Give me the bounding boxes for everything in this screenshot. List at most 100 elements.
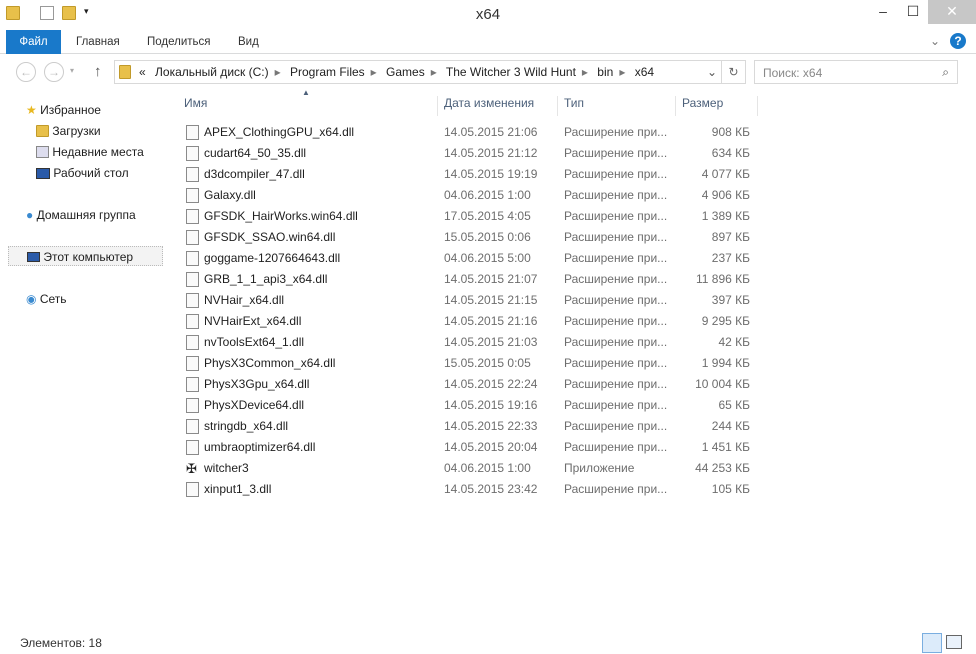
- file-date: 14.05.2015 19:16: [444, 398, 538, 412]
- nav-homegroup[interactable]: ● Домашняя группа: [26, 205, 136, 225]
- tab-home[interactable]: Главная: [68, 30, 128, 54]
- file-size: 897 КБ: [711, 230, 750, 244]
- file-row[interactable]: Galaxy.dll 04.06.2015 1:00 Расширение пр…: [184, 185, 754, 206]
- nav-downloads[interactable]: Загрузки: [36, 121, 101, 141]
- file-type: Расширение при...: [564, 209, 668, 223]
- breadcrumb-item[interactable]: Локальный диск (C:): [155, 65, 269, 79]
- window-title: x64: [475, 6, 501, 23]
- file-name: GFSDK_HairWorks.win64.dll: [204, 209, 358, 223]
- file-row[interactable]: GFSDK_SSAO.win64.dll 15.05.2015 0:06 Рас…: [184, 227, 754, 248]
- file-row[interactable]: cudart64_50_35.dll 14.05.2015 21:12 Расш…: [184, 143, 754, 164]
- file-date: 14.05.2015 23:42: [444, 482, 538, 496]
- file-row[interactable]: NVHair_x64.dll 14.05.2015 21:15 Расширен…: [184, 290, 754, 311]
- large-icons-view-button[interactable]: [946, 635, 962, 649]
- file-size: 4 077 КБ: [701, 167, 750, 181]
- file-name: stringdb_x64.dll: [204, 419, 289, 433]
- nav-label: Сеть: [39, 292, 67, 306]
- up-button[interactable]: ↑: [94, 63, 102, 80]
- file-row[interactable]: goggame-1207664643.dll 04.06.2015 5:00 Р…: [184, 248, 754, 269]
- maximize-button[interactable]: ☐: [898, 0, 928, 24]
- column-header-name[interactable]: Имя: [170, 96, 438, 116]
- address-bar[interactable]: « Локальный диск (C:) ▸ Program Files ▸ Ga…: [114, 60, 746, 84]
- file-size: 10 004 КБ: [695, 377, 750, 391]
- search-icon[interactable]: ⌕: [942, 65, 949, 80]
- dll-file-icon: [186, 230, 199, 245]
- file-size: 1 389 КБ: [701, 209, 750, 223]
- file-size: 1 994 КБ: [701, 356, 750, 370]
- file-size: 11 896 КБ: [695, 272, 750, 286]
- nav-desktop[interactable]: Рабочий стол: [36, 163, 129, 183]
- file-row[interactable]: GFSDK_HairWorks.win64.dll 17.05.2015 4:0…: [184, 206, 754, 227]
- file-date: 14.05.2015 21:12: [444, 146, 538, 160]
- dll-file-icon: [186, 419, 199, 434]
- file-row[interactable]: xinput1_3.dll 14.05.2015 23:42 Расширени…: [184, 479, 754, 500]
- breadcrumb-item[interactable]: bin: [597, 65, 613, 79]
- dll-file-icon: [186, 356, 199, 371]
- file-type: Расширение при...: [564, 272, 668, 286]
- file-type: Расширение при...: [564, 314, 668, 328]
- file-date: 04.06.2015 1:00: [444, 188, 531, 202]
- nav-label: Недавние места: [52, 145, 144, 159]
- file-row[interactable]: nvToolsExt64_1.dll 14.05.2015 21:03 Расш…: [184, 332, 754, 353]
- refresh-icon[interactable]: ↻: [721, 61, 745, 83]
- file-type: Расширение при...: [564, 146, 668, 160]
- expand-ribbon-icon[interactable]: ⌄: [930, 34, 940, 48]
- file-name: NVHair_x64.dll: [204, 293, 285, 307]
- nav-recent[interactable]: Недавние места: [36, 142, 144, 162]
- help-icon[interactable]: ?: [950, 33, 966, 49]
- file-name: APEX_ClothingGPU_x64.dll: [204, 125, 355, 139]
- column-header-size[interactable]: Размер: [676, 96, 758, 116]
- recent-locations-icon[interactable]: ▾: [70, 66, 74, 75]
- file-row[interactable]: GRB_1_1_api3_x64.dll 14.05.2015 21:07 Ра…: [184, 269, 754, 290]
- tab-file[interactable]: Файл: [6, 30, 61, 54]
- tab-view[interactable]: Вид: [230, 30, 267, 54]
- file-date: 14.05.2015 19:19: [444, 167, 538, 181]
- column-header-date[interactable]: Дата изменения: [438, 96, 558, 116]
- search-placeholder: Поиск: x64: [763, 66, 823, 80]
- file-size: 397 КБ: [711, 293, 750, 307]
- column-header-type[interactable]: Тип: [558, 96, 676, 116]
- dll-file-icon: [186, 377, 199, 392]
- forward-button[interactable]: →: [44, 62, 64, 82]
- nav-this-pc[interactable]: Этот компьютер: [8, 246, 163, 266]
- witcher-app-icon: ✠: [186, 461, 197, 476]
- file-row[interactable]: d3dcompiler_47.dll 14.05.2015 19:19 Расш…: [184, 164, 754, 185]
- file-row[interactable]: PhysX3Gpu_x64.dll 14.05.2015 22:24 Расши…: [184, 374, 754, 395]
- file-size: 9 295 КБ: [701, 314, 750, 328]
- file-size: 65 КБ: [718, 398, 750, 412]
- file-row[interactable]: PhysXDevice64.dll 14.05.2015 19:16 Расши…: [184, 395, 754, 416]
- minimize-button[interactable]: –: [868, 0, 898, 24]
- downloads-icon: [36, 125, 49, 137]
- breadcrumb-item[interactable]: The Witcher 3 Wild Hunt: [446, 65, 576, 79]
- file-type: Расширение при...: [564, 398, 668, 412]
- nav-label: Избранное: [40, 103, 101, 117]
- tab-share[interactable]: Поделиться: [139, 30, 219, 54]
- file-row[interactable]: APEX_ClothingGPU_x64.dll 14.05.2015 21:0…: [184, 122, 754, 143]
- close-button[interactable]: ✕: [928, 0, 976, 24]
- recent-places-icon: [36, 146, 49, 158]
- file-row[interactable]: stringdb_x64.dll 14.05.2015 22:33 Расшир…: [184, 416, 754, 437]
- file-name: GFSDK_SSAO.win64.dll: [204, 230, 336, 244]
- dll-file-icon: [186, 398, 199, 413]
- details-view-button[interactable]: [922, 633, 942, 653]
- file-type: Расширение при...: [564, 230, 668, 244]
- search-input[interactable]: Поиск: x64 ⌕: [754, 60, 958, 84]
- file-type: Расширение при...: [564, 293, 668, 307]
- file-date: 14.05.2015 21:07: [444, 272, 538, 286]
- file-row[interactable]: ✠ witcher3 04.06.2015 1:00 Приложение 44…: [184, 458, 754, 479]
- breadcrumb-item[interactable]: x64: [635, 65, 654, 79]
- dll-file-icon: [186, 335, 199, 350]
- file-type: Расширение при...: [564, 377, 668, 391]
- file-row[interactable]: PhysX3Common_x64.dll 15.05.2015 0:05 Рас…: [184, 353, 754, 374]
- file-name: cudart64_50_35.dll: [204, 146, 307, 160]
- file-size: 105 КБ: [711, 482, 750, 496]
- nav-network[interactable]: ◉ Сеть: [26, 289, 67, 309]
- nav-favorites[interactable]: ★ Избранное: [26, 100, 101, 120]
- breadcrumb-item[interactable]: Games: [386, 65, 425, 79]
- breadcrumb-item[interactable]: Program Files: [290, 65, 365, 79]
- address-dropdown-icon[interactable]: ⌄: [707, 65, 717, 79]
- file-name: witcher3: [204, 461, 249, 475]
- file-row[interactable]: umbraoptimizer64.dll 14.05.2015 20:04 Ра…: [184, 437, 754, 458]
- back-button[interactable]: ←: [16, 62, 36, 82]
- file-row[interactable]: NVHairExt_x64.dll 14.05.2015 21:16 Расши…: [184, 311, 754, 332]
